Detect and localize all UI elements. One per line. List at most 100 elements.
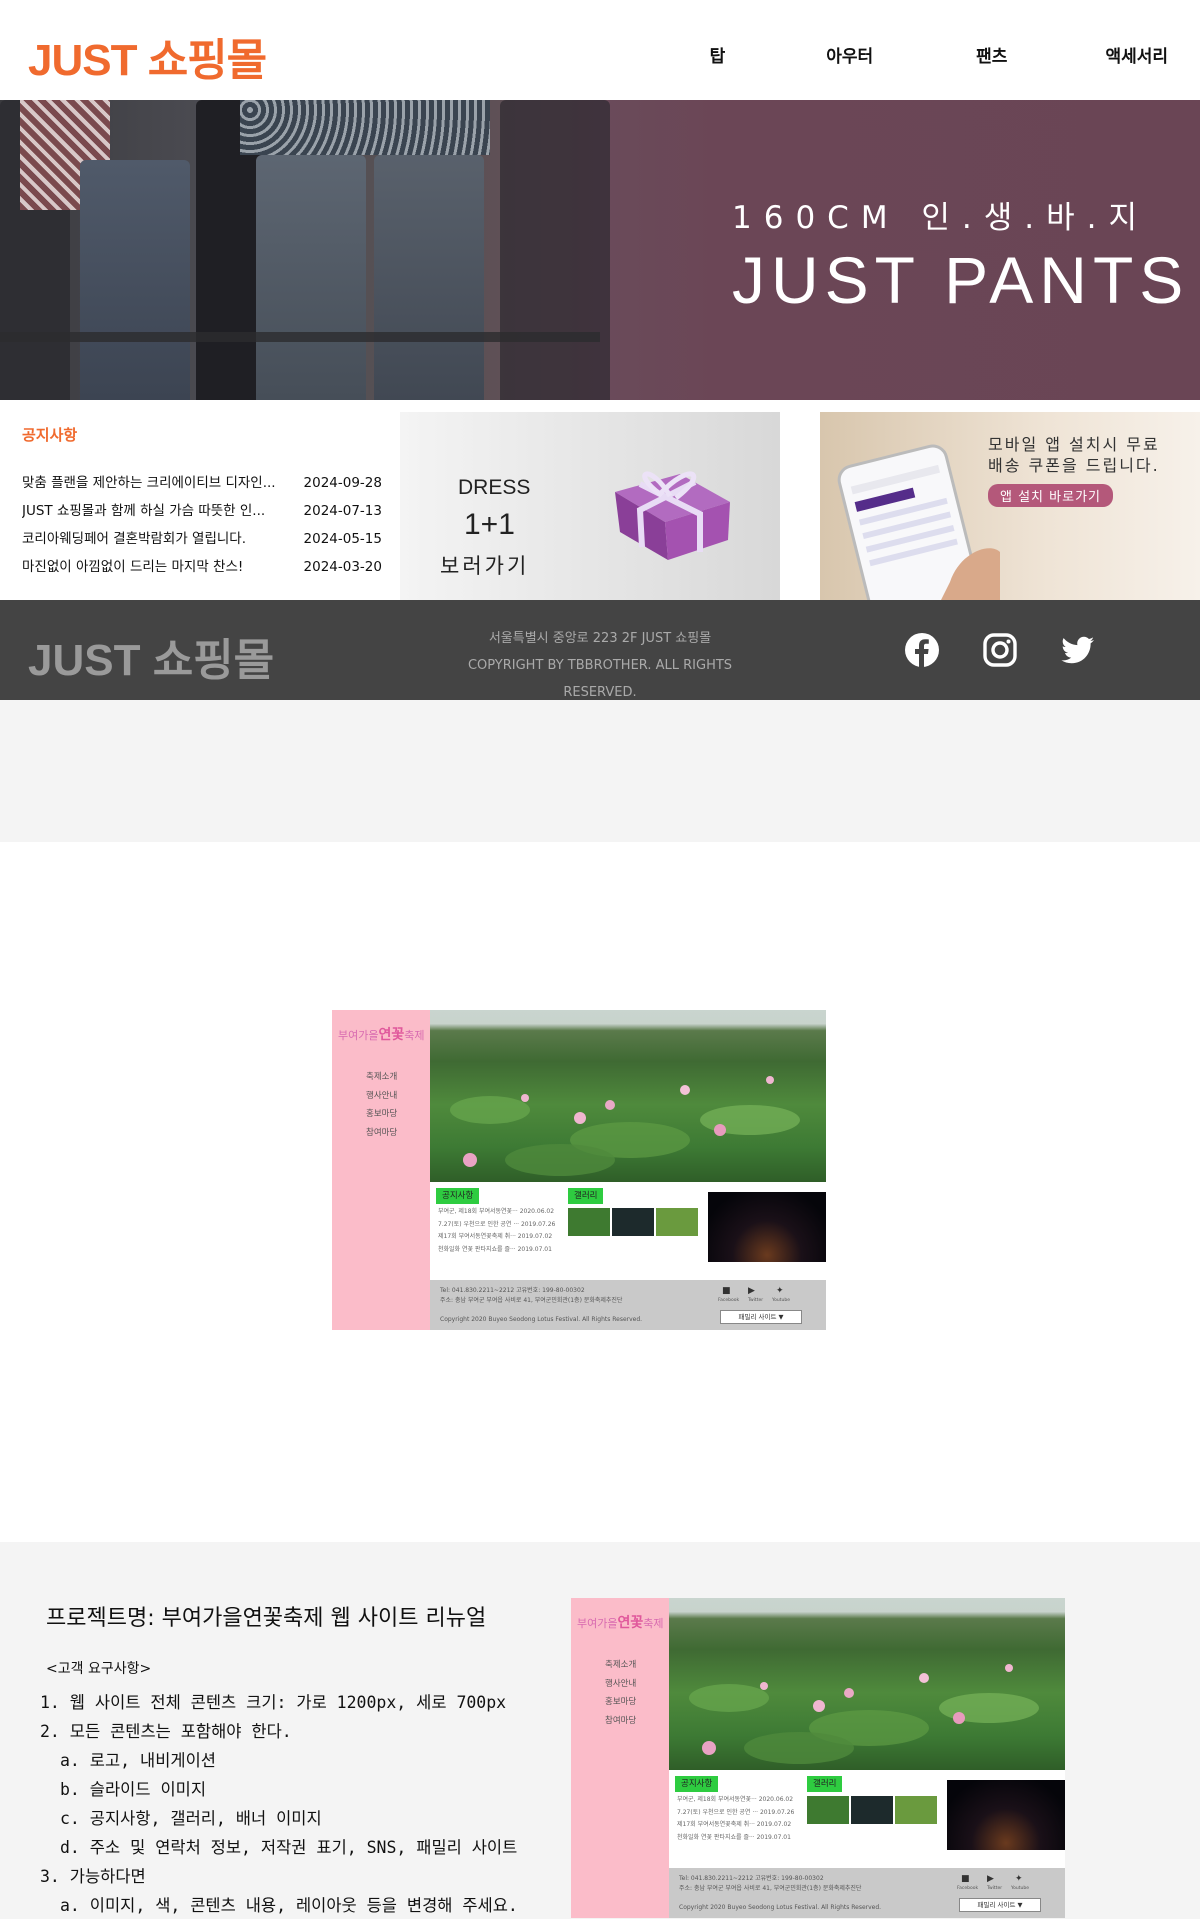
lotus-flowers-image xyxy=(450,1076,800,1176)
content-row: 공지사항 맞춤 플랜을 제안하는 크리에이티브 디자인... 2024-09-28… xyxy=(0,400,1200,600)
nav-item-outer[interactable]: 아우터 xyxy=(826,42,873,67)
footer-logo: JUST 쇼핑몰 xyxy=(28,636,275,685)
main-nav: 탑 아우터 팬츠 액세서리 xyxy=(710,42,1168,67)
requirement-subitem: d. 주소 및 연락처 정보, 저작권 표기, SNS, 패밀리 사이트 xyxy=(60,1838,518,1857)
requirement-item: 3. 가능하다면 xyxy=(40,1867,146,1886)
thumb-tab-gallery: 갤러리 xyxy=(568,1188,604,1204)
thumb-menu-item: 참여마당 xyxy=(605,1715,637,1726)
thumb-footer-copyright: Copyright 2020 Buyeo Seodong Lotus Festi… xyxy=(440,1316,643,1323)
notice-title[interactable]: JUST 쇼핑몰과 함께 하실 가슴 따뜻한 인... xyxy=(22,497,292,525)
thumb-sidebar: 부여가을연꽃축제 축제소개 행사안내 홍보마당 참여마당 xyxy=(332,1010,430,1330)
twitter-icon: ✦ xyxy=(776,1286,784,1296)
thumb-logo-post: 축제 xyxy=(404,1029,425,1042)
notice-title[interactable]: 맞춤 플랜을 제안하는 크리에이티브 디자인... xyxy=(22,469,292,497)
nav-item-top[interactable]: 탑 xyxy=(710,42,726,67)
thumb-notice-item: 7.27(토) 우천으로 인한 공연 ··· 2019.07.26 xyxy=(438,1220,556,1228)
twitter-icon[interactable] xyxy=(1060,632,1096,668)
dress-promo-banner[interactable]: DRESS 1+1 보러가기 xyxy=(400,412,780,600)
requirement-subitem: b. 슬라이드 이미지 xyxy=(60,1780,206,1799)
thumb-lotus-photo xyxy=(669,1598,1065,1770)
thumb-lotus-photo xyxy=(430,1010,826,1182)
thumb-notice-item: 부여군, 제18회 부여서동연꽃··· 2020.06.02 xyxy=(438,1208,555,1215)
thumb-gallery-image xyxy=(612,1208,654,1236)
thumb-menu: 축제소개 행사안내 홍보마당 참여마당 xyxy=(366,1068,397,1142)
thumb-main: 공지사항 갤러리 부여군, 제18회 부여서동연꽃··· 2020.06.02 … xyxy=(430,1182,826,1272)
requirement-subitem: a. 로고, 내비게이션 xyxy=(60,1751,216,1770)
thumb-menu-item: 홍보마당 xyxy=(366,1109,398,1119)
thumb-notice-list: 부여군, 제18회 부여서동연꽃··· 2020.06.02 7.27(토) 우… xyxy=(677,1794,794,1844)
thumb-menu-item: 축제소개 xyxy=(605,1660,637,1670)
nav-item-accessory[interactable]: 액세서리 xyxy=(1105,42,1168,67)
thumb-menu-item: 참여마당 xyxy=(366,1127,398,1138)
footer: JUST 쇼핑몰 서울특별시 중앙로 223 2F JUST 쇼핑몰 COPYR… xyxy=(0,600,1200,700)
thumb-gallery-image xyxy=(851,1796,893,1824)
thumb-notice-item: 7.27(토) 우천으로 인한 공연 ··· 2019.07.26 xyxy=(677,1808,795,1816)
notice-item[interactable]: 코리아웨딩페어 결혼박람회가 열립니다. 2024-05-15 xyxy=(22,525,382,553)
thumb-gallery-image xyxy=(895,1796,937,1824)
requirement-subitem: a. 이미지, 색, 콘텐츠 내용, 레이아웃 등을 변경해 주세요. xyxy=(60,1896,518,1915)
thumb-logo: 부여가을연꽃축제 xyxy=(577,1612,664,1632)
notice-date: 2024-03-20 xyxy=(303,559,382,575)
instagram-icon[interactable] xyxy=(982,632,1018,668)
app-banner-line-2: 배송 쿠폰을 드립니다. xyxy=(988,456,1160,475)
banner-figure-shape xyxy=(500,100,610,400)
notice-title[interactable]: 코리아웨딩페어 결혼박람회가 열립니다. xyxy=(22,525,292,553)
nav-item-pants[interactable]: 팬츠 xyxy=(976,42,1007,67)
thumb-notice-item: 제17회 부여서동연꽃축제 취··· 2019.07.02 xyxy=(677,1821,792,1828)
facebook-icon: ■ xyxy=(722,1286,731,1296)
notice-item[interactable]: 마진없이 아낌없이 드리는 마지막 찬스! 2024-03-20 xyxy=(22,553,382,581)
thumb-tab-notice: 공지사항 xyxy=(675,1776,719,1792)
thumb-logo-pre: 부여가을 xyxy=(577,1617,618,1630)
thumb-address-line: 주소: 충남 부여군 부여읍 사비로 41, 부여군민회관(1층) 문화축제추진… xyxy=(440,1297,623,1304)
lotus-site-thumbnail[interactable]: 부여가을연꽃축제 축제소개 행사안내 홍보마당 참여마당 공지사항 갤러리 부여… xyxy=(332,1010,826,1330)
thumb-menu-item: 행사안내 xyxy=(605,1678,637,1689)
thumb-footer: Tel: 041.830.2211~2212 고유번호: 199-80-0030… xyxy=(430,1280,826,1330)
thumb-menu-item: 행사안내 xyxy=(366,1090,398,1101)
banner-figure-shape xyxy=(240,100,490,155)
thumb-tab-gallery: 갤러리 xyxy=(807,1776,843,1792)
app-banner-line-1: 모바일 앱 설치시 무료 xyxy=(988,435,1160,454)
thumb-gallery-image xyxy=(807,1796,849,1824)
thumb-gallery-image xyxy=(656,1208,698,1236)
thumb-sns-label: Youtube xyxy=(772,1298,790,1303)
thumb-sns-label: Youtube xyxy=(1011,1886,1029,1891)
app-install-banner[interactable]: 모바일 앱 설치시 무료배송 쿠폰을 드립니다. 앱 설치 바로가기 xyxy=(820,412,1200,600)
facebook-icon[interactable] xyxy=(904,632,940,668)
thumb-footer-copyright: Copyright 2020 Buyeo Seodong Lotus Festi… xyxy=(679,1904,882,1911)
notice-item[interactable]: 맞춤 플랜을 제안하는 크리에이티브 디자인... 2024-09-28 xyxy=(22,469,382,497)
app-install-button[interactable]: 앱 설치 바로가기 xyxy=(988,484,1113,507)
thumb-sns-label: Twitter xyxy=(987,1886,1003,1891)
youtube-icon: ▶ xyxy=(748,1286,755,1296)
thumb-logo-main: 연꽃 xyxy=(378,1027,405,1043)
banner-figure-shape xyxy=(374,155,484,400)
thumb-family-site-select: 패밀리 사이트 ▼ xyxy=(959,1898,1041,1912)
thumb-family-site-select: 패밀리 사이트 ▼ xyxy=(720,1310,802,1324)
banner-rail xyxy=(0,332,600,342)
twitter-icon: ✦ xyxy=(1015,1874,1023,1884)
notice-title[interactable]: 마진없이 아낌없이 드리는 마지막 찬스! xyxy=(22,553,292,581)
thumb-sns-label: Twitter xyxy=(748,1298,764,1303)
notice-date: 2024-07-13 xyxy=(303,503,382,519)
thumb-footer-address: Tel: 041.830.2211~2212 고유번호: 199-80-0030… xyxy=(440,1286,622,1306)
notice-date: 2024-05-15 xyxy=(303,531,382,547)
banner-figure-shape xyxy=(80,160,190,400)
thumb-tab-notice: 공지사항 xyxy=(436,1188,480,1204)
thumb-logo-main: 연꽃 xyxy=(617,1615,644,1631)
hero-banner[interactable]: 160CM 인.생.바.지 JUST PANTS xyxy=(0,100,1200,400)
lotus-site-thumbnail-2[interactable]: 부여가을연꽃축제 축제소개 행사안내 홍보마당 참여마당 공지사항 갤러리 부여… xyxy=(571,1598,1065,1918)
phone-image xyxy=(837,444,1000,600)
preview-section: 부여가을연꽃축제 축제소개 행사안내 홍보마당 참여마당 공지사항 갤러리 부여… xyxy=(0,842,1200,1542)
promo-line-1: DRESS xyxy=(458,476,531,499)
lotus-flowers-image xyxy=(689,1664,1039,1764)
thumb-sidebar: 부여가을연꽃축제 축제소개 행사안내 홍보마당 참여마당 xyxy=(571,1598,669,1918)
thumb-night-lantern-image xyxy=(708,1192,826,1262)
thumb-address-line: Tel: 041.830.2211~2212 고유번호: 199-80-0030… xyxy=(440,1287,585,1294)
thumb-sns-label: Facebook xyxy=(957,1886,979,1891)
thumb-logo-post: 축제 xyxy=(643,1617,664,1630)
logo[interactable]: JUST 쇼핑몰 xyxy=(28,24,267,88)
thumb-sns-label: Facebook xyxy=(718,1298,740,1303)
footer-address: 서울특별시 중앙로 223 2F JUST 쇼핑몰 xyxy=(488,631,712,646)
youtube-icon: ▶ xyxy=(987,1874,994,1884)
notice-item[interactable]: JUST 쇼핑몰과 함께 하실 가슴 따뜻한 인... 2024-07-13 xyxy=(22,497,382,525)
requirements-list: 1. 웹 사이트 전체 콘텐츠 크기: 가로 1200px, 세로 700px … xyxy=(40,1688,518,1919)
